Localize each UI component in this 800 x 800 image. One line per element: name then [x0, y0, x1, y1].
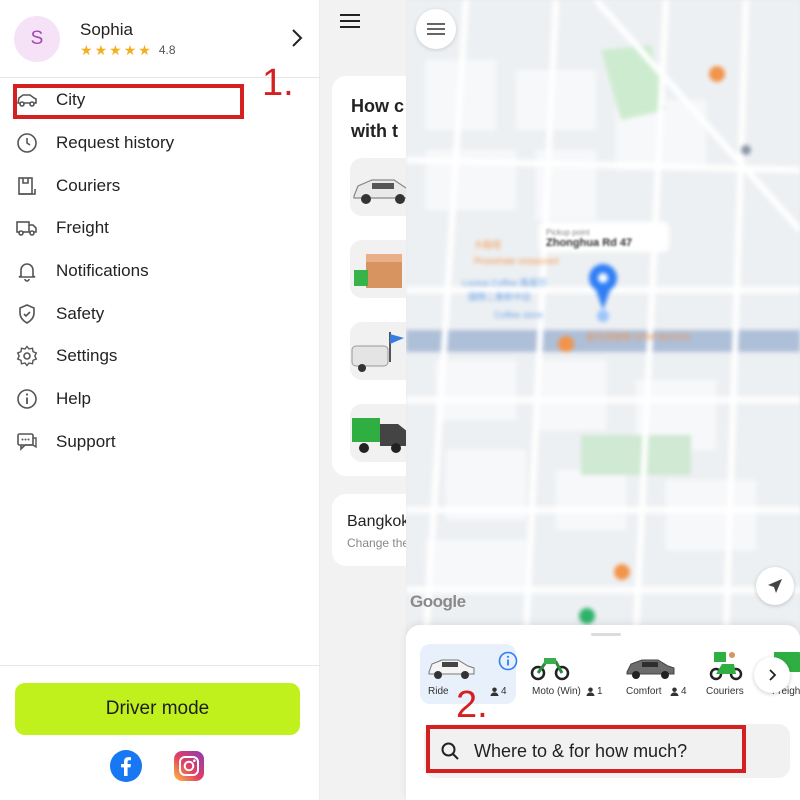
hamburger-menu-icon[interactable]	[340, 12, 362, 30]
seat-count: 4	[670, 686, 687, 697]
service-card: How c with t	[332, 76, 406, 476]
menu-item-notifications[interactable]: Notifications	[0, 250, 320, 293]
person-icon	[586, 687, 595, 696]
gear-icon	[15, 344, 39, 368]
menu-item-safety[interactable]: Safety	[0, 292, 320, 335]
pickup-label: Pickup point	[546, 228, 590, 237]
info-icon[interactable]	[498, 651, 518, 671]
annotation-step-2: 2.	[456, 684, 488, 726]
destination-search[interactable]	[424, 724, 790, 778]
star-icon: ★	[138, 42, 151, 58]
navigation-arrow-icon	[768, 579, 782, 593]
couriers-thumbnail[interactable]	[350, 240, 406, 298]
rating-value: 4.8	[158, 43, 176, 57]
svg-text:星巴克咖啡 STAR BUCKS: 星巴克咖啡 STAR BUCKS	[586, 331, 690, 342]
star-icon: ★	[123, 42, 137, 58]
seat-count-value: 4	[681, 686, 687, 697]
chat-icon	[15, 430, 39, 454]
service-tile-comfort[interactable]: Comfort 4	[618, 644, 714, 704]
instagram-icon[interactable]	[173, 750, 205, 782]
map-canvas: 大稻埕 Pinewhale restaurant 星巴克咖啡 STAR BUCK…	[406, 0, 800, 635]
seat-count: 4	[490, 686, 507, 697]
services-next-button[interactable]	[754, 657, 790, 693]
bell-icon	[15, 259, 39, 283]
service-tile-couriers[interactable]: Couriers	[702, 644, 758, 704]
user-name: Sophia	[80, 20, 133, 39]
hamburger-menu-icon	[427, 23, 445, 35]
star-icon: ★	[94, 42, 108, 58]
person-icon	[490, 687, 499, 696]
svg-text:Louisa Coffee 路易莎: Louisa Coffee 路易莎	[462, 277, 547, 288]
menu-item-request-history[interactable]: Request history	[0, 122, 320, 165]
menu-item-freight[interactable]: Freight	[0, 207, 320, 250]
car-icon	[428, 659, 475, 679]
motorcycle-icon	[530, 658, 570, 681]
truck-icon	[15, 216, 39, 240]
google-watermark: Google	[410, 592, 466, 611]
search-input[interactable]	[474, 739, 774, 763]
menu-item-label: Support	[56, 431, 116, 451]
city-name: Bangkok	[347, 513, 406, 530]
menu-item-label: City	[56, 90, 86, 110]
service-name: Couriers	[706, 686, 744, 697]
svg-text:Coffee store: Coffee store	[494, 310, 543, 320]
seat-count-value: 4	[501, 686, 507, 697]
star-icon: ★	[109, 42, 122, 58]
seat-count: 1	[586, 686, 603, 697]
rating-stars: ★ ★ ★ ★ ★ 4.8	[80, 43, 176, 57]
courier-scooter-icon	[709, 652, 743, 681]
home-panel: How c with t Bangkok Change the city	[320, 0, 406, 800]
side-drawer: S Sophia ★ ★ ★ ★ ★ 4.8 City Request hist…	[0, 0, 320, 800]
ride-thumbnail[interactable]	[350, 158, 406, 216]
car-icon	[15, 88, 39, 112]
chevron-right-icon[interactable]	[284, 26, 308, 50]
chevron-right-icon	[769, 669, 777, 681]
service-name: Moto (Win)	[532, 686, 581, 697]
search-icon	[441, 742, 459, 760]
map-view[interactable]: 大稻埕 Pinewhale restaurant 星巴克咖啡 STAR BUCK…	[406, 0, 800, 635]
annotation-step-1: 1.	[262, 62, 294, 104]
map-menu-button[interactable]	[416, 9, 456, 49]
menu-item-couriers[interactable]: Couriers	[0, 164, 320, 207]
service-name: Ride	[428, 686, 449, 697]
svg-text:大稻埕: 大稻埕	[474, 239, 501, 250]
menu-item-label: Freight	[56, 218, 109, 238]
drawer-menu: City Request history Couriers Freight No…	[0, 79, 320, 463]
sheet-handle[interactable]	[591, 633, 621, 636]
menu-item-help[interactable]: Help	[0, 378, 320, 421]
service-tile-moto[interactable]: Moto (Win) 1	[524, 644, 620, 704]
svg-text:國際二重新中店: 國際二重新中店	[468, 291, 531, 302]
home-headline: How c with t	[351, 96, 405, 141]
menu-item-label: Couriers	[56, 175, 121, 195]
menu-item-label: Help	[56, 389, 91, 409]
service-name: Comfort	[626, 686, 662, 697]
menu-item-settings[interactable]: Settings	[0, 335, 320, 378]
car-icon	[626, 659, 675, 679]
change-city-link: Change the city	[347, 536, 406, 550]
avatar[interactable]: S	[14, 16, 60, 62]
person-icon	[670, 687, 679, 696]
svg-text:Pinewhale restaurant: Pinewhale restaurant	[474, 256, 559, 266]
menu-item-label: Settings	[56, 346, 118, 366]
star-icon: ★	[80, 42, 93, 58]
menu-item-label: Notifications	[56, 261, 149, 281]
menu-item-label: Request history	[56, 133, 175, 153]
pickup-street: Zhonghua Rd 47	[546, 237, 633, 249]
locate-button[interactable]	[756, 567, 794, 605]
pickup-bubble[interactable]: Pickup point Zhonghua Rd 47	[546, 228, 632, 249]
shield-icon	[15, 302, 39, 326]
package-icon	[15, 174, 39, 198]
city-card[interactable]: Bangkok Change the city	[332, 494, 406, 566]
info-icon	[15, 387, 39, 411]
seat-count-value: 1	[597, 686, 603, 697]
driver-mode-button[interactable]: Driver mode	[15, 683, 300, 735]
clock-icon	[15, 131, 39, 155]
facebook-icon[interactable]	[110, 750, 142, 782]
menu-item-label: Safety	[56, 303, 105, 323]
menu-item-support[interactable]: Support	[0, 421, 320, 464]
freight-thumbnail[interactable]	[350, 404, 406, 462]
moto-thumbnail[interactable]	[350, 322, 406, 380]
drawer-footer: Driver mode	[0, 665, 320, 800]
